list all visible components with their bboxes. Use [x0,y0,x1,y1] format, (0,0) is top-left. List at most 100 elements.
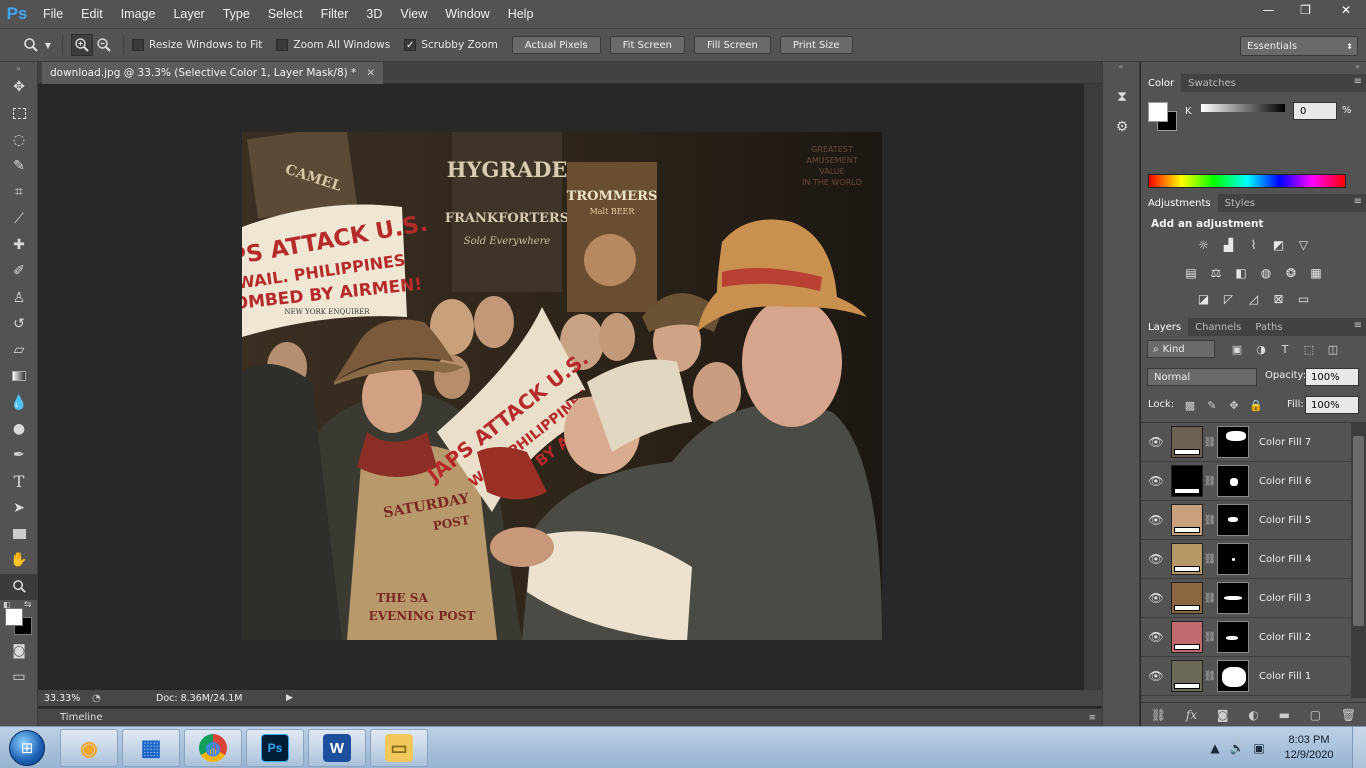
mask-link-icon[interactable]: ⛓ [1203,632,1217,643]
document-image[interactable]: HYGRADE FRANKFORTERS Sold Everywhere TRO… [242,132,882,640]
resize-windows-checkbox[interactable]: Resize Windows to Fit [132,39,262,51]
clone-stamp-icon[interactable]: ♙ [0,284,38,310]
taskbar-chrome[interactable]: ◍ [184,729,242,767]
visibility-eye-icon[interactable]: 👁 [1141,552,1171,566]
layer-mask-thumbnail[interactable] [1217,582,1249,614]
new-layer-icon[interactable]: ▢ [1310,708,1321,722]
hue-saturation-icon[interactable]: ▤ [1181,264,1201,282]
checkmark-icon[interactable]: ✓ [404,39,417,51]
show-desktop-button[interactable] [1352,727,1366,768]
tab-layers[interactable]: Layers [1141,318,1189,336]
mask-link-icon[interactable]: ⛓ [1203,437,1217,448]
blend-mode-dropdown[interactable]: Normal [1147,368,1257,386]
filter-adjustment-icon[interactable]: ◑ [1249,340,1273,358]
foreground-swatch[interactable] [1148,102,1168,122]
layer-row[interactable]: 👁 ⛓ Color Fill 6 [1141,462,1351,501]
exposure-icon[interactable]: ◩ [1269,236,1289,254]
filter-shape-icon[interactable]: ⬚ [1297,340,1321,358]
layer-name[interactable]: Color Fill 7 [1259,437,1311,448]
filter-type-icon[interactable]: T [1273,340,1297,358]
layer-row[interactable]: 👁 ⛓ Color Fill 4 [1141,540,1351,579]
visibility-eye-icon[interactable]: 👁 [1141,630,1171,644]
mask-link-icon[interactable]: ⛓ [1203,515,1217,526]
mask-link-icon[interactable]: ⛓ [1203,671,1217,682]
actual-pixels-button[interactable]: Actual Pixels [511,36,601,54]
visibility-eye-icon[interactable]: 👁 [1141,513,1171,527]
visibility-eye-icon[interactable]: 👁 [1141,591,1171,605]
k-value-input[interactable]: 0 [1293,102,1337,120]
zoom-out-icon[interactable] [93,34,115,56]
layer-filter-kind-dropdown[interactable]: ⌕ Kind [1147,340,1215,358]
gradient-tool-icon[interactable] [0,363,38,389]
filter-smart-object-icon[interactable]: ◫ [1321,340,1345,358]
taskbar-file-explorer[interactable]: ▭ [370,729,428,767]
black-white-icon[interactable]: ◧ [1231,264,1251,282]
fit-screen-button[interactable]: Fit Screen [609,36,685,54]
blur-tool-icon[interactable]: 💧 [0,390,38,416]
mask-link-icon[interactable]: ⛓ [1203,554,1217,565]
layer-mask-thumbnail[interactable] [1217,426,1249,458]
brightness-contrast-icon[interactable]: ☼ [1194,236,1214,254]
filter-pixel-icon[interactable]: ▣ [1225,340,1249,358]
tab-channels[interactable]: Channels [1188,318,1248,336]
fill-color-thumbnail[interactable] [1171,621,1203,653]
zoom-tool-icon[interactable] [0,573,38,600]
channel-mixer-icon[interactable]: ❂ [1281,264,1301,282]
fill-color-thumbnail[interactable] [1171,543,1203,575]
pen-tool-icon[interactable]: ✒ [0,442,38,468]
eyedropper-tool-icon[interactable]: ⟋ [0,205,38,231]
checkbox-box[interactable] [132,39,144,51]
document-tab[interactable]: download.jpg @ 33.3% (Selective Color 1,… [42,62,384,84]
canvas-area[interactable]: HYGRADE FRANKFORTERS Sold Everywhere TRO… [38,84,1084,690]
lock-position-icon[interactable]: ✥ [1223,396,1245,414]
photo-filter-icon[interactable]: ◍ [1256,264,1276,282]
swap-colors-icon[interactable]: ⇆ [24,600,32,610]
network-icon[interactable]: ▣ [1248,741,1270,755]
rectangle-tool-icon[interactable] [0,521,38,547]
layer-name[interactable]: Color Fill 6 [1259,476,1311,487]
layers-scrollbar[interactable] [1351,422,1366,698]
dock-collapse-icon[interactable]: » [1141,62,1366,74]
fill-color-thumbnail[interactable] [1171,660,1203,692]
brush-tool-icon[interactable]: ✐ [0,258,38,284]
move-tool-icon[interactable]: ✥ [0,74,38,100]
zoom-level[interactable]: 33.33% [44,693,92,704]
menu-layer[interactable]: Layer [164,0,213,28]
mask-link-icon[interactable]: ⛓ [1203,476,1217,487]
fill-color-thumbnail[interactable] [1171,582,1203,614]
menu-type[interactable]: Type [214,0,259,28]
link-layers-icon[interactable]: ⛓ [1151,708,1166,722]
properties-panel-icon[interactable]: ⚙ [1103,112,1141,142]
panel-menu-icon[interactable]: ≡ [1354,320,1362,331]
crop-tool-icon[interactable]: ⌗ [0,179,38,205]
layer-row[interactable]: 👁 ⛓ Color Fill 3 [1141,579,1351,618]
selective-color-icon[interactable]: ⊠ [1269,290,1289,308]
layer-name[interactable]: Color Fill 2 [1259,632,1311,643]
layer-mask-thumbnail[interactable] [1217,465,1249,497]
layer-row[interactable]: 👁 ⛓ Color Fill 2 [1141,618,1351,657]
posterize-icon[interactable]: ◸ [1219,290,1239,308]
layer-name[interactable]: Color Fill 5 [1259,515,1311,526]
menu-file[interactable]: File [34,0,72,28]
clock[interactable]: 8:03 PM 12/9/2020 [1270,733,1348,763]
tab-paths[interactable]: Paths [1248,318,1289,336]
show-hidden-icons-icon[interactable]: ▲ [1204,741,1226,755]
type-tool-icon[interactable]: T [0,468,38,494]
lock-all-icon[interactable]: 🔒 [1245,396,1267,414]
close-button[interactable]: ✕ [1326,0,1366,20]
minimize-button[interactable]: — [1252,0,1285,20]
layer-name[interactable]: Color Fill 1 [1259,671,1311,682]
panel-menu-icon[interactable]: ≡ [1354,196,1362,207]
zoom-in-icon[interactable] [71,34,93,56]
marquee-tool-icon[interactable] [0,100,38,126]
foreground-color-chip[interactable] [5,607,23,626]
tool-preset-dropdown-icon[interactable]: ▼ [42,34,54,56]
invert-icon[interactable]: ◪ [1194,290,1214,308]
workspace-dropdown[interactable]: Essentials ⬍ [1240,36,1358,56]
visibility-eye-icon[interactable]: 👁 [1141,474,1171,488]
panel-menu-icon[interactable]: ≡ [1354,76,1362,87]
menu-view[interactable]: View [391,0,436,28]
layer-row[interactable]: 👁 ⛓ Color Fill 7 [1141,423,1351,462]
tab-swatches[interactable]: Swatches [1181,74,1243,92]
quick-select-tool-icon[interactable]: ✎ [0,153,38,179]
